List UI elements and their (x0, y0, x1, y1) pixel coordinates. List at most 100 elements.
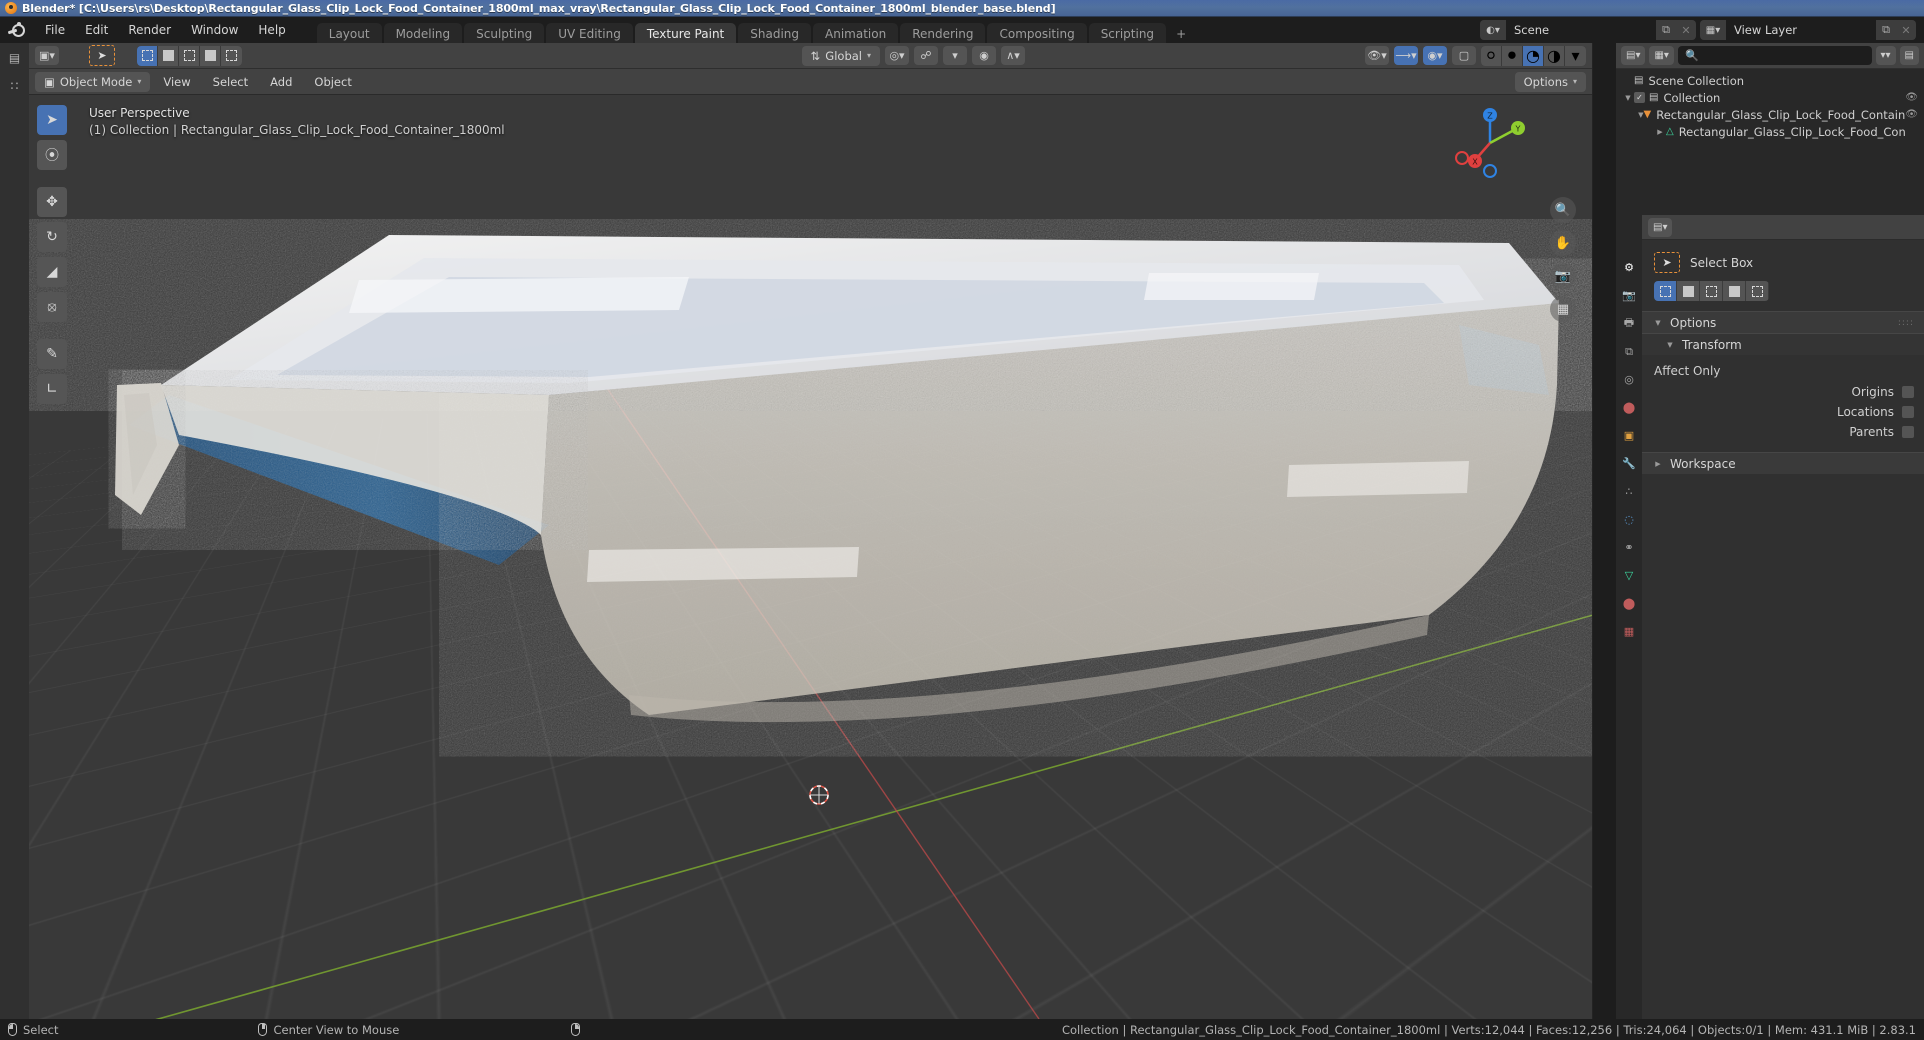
outliner-row-collection[interactable]: ▼ ✓ ▤ Collection 👁 (1616, 89, 1924, 106)
search-input[interactable]: 🔍 (1677, 46, 1872, 65)
blender-logo-icon[interactable] (7, 19, 30, 41)
physics-tab[interactable]: ◌ (1621, 511, 1638, 528)
shading-rendered-icon[interactable]: ◑ (1544, 45, 1565, 66)
panel-options[interactable]: ▼ Options :::: (1642, 311, 1924, 333)
rotate-tool[interactable]: ↻ (37, 222, 67, 252)
viewport-menu-object[interactable]: Object (305, 72, 360, 92)
cursor-tool-icon[interactable]: ➤ (89, 45, 115, 66)
gizmo-icon[interactable]: ⟶▾ (1394, 46, 1418, 65)
select-mode-intersect[interactable] (221, 45, 242, 66)
modifier-tab[interactable]: 🔧 (1621, 455, 1638, 472)
outliner-display-mode-icon[interactable]: ▦▾ (1649, 46, 1674, 65)
locations-checkbox[interactable] (1902, 406, 1914, 418)
view-layer-selector[interactable]: ▦▾ View Layer ⧉ ✕ (1700, 20, 1916, 40)
toggle-ortho-icon[interactable]: ▦ (1550, 296, 1576, 322)
viewport-menu-add[interactable]: Add (261, 72, 301, 92)
view-layer-name[interactable]: View Layer (1726, 20, 1876, 40)
output-tab[interactable]: 🖶 (1621, 315, 1638, 332)
world-tab[interactable]: ⬤ (1621, 399, 1638, 416)
menu-render[interactable]: Render (119, 20, 180, 40)
shading-wireframe-icon[interactable]: ⚪ (1481, 45, 1502, 66)
scale-tool[interactable]: ◢ (37, 257, 67, 287)
select-mode-extend[interactable] (158, 45, 179, 66)
move-tool[interactable]: ✥ (37, 187, 67, 217)
shading-material-preview-icon[interactable]: ◔ (1523, 45, 1544, 66)
parents-checkbox[interactable] (1902, 426, 1914, 438)
editor-type-3dview-icon[interactable]: ▣▾ (35, 46, 59, 65)
select-mode-set[interactable] (137, 45, 158, 66)
data-tab[interactable]: ▽ (1621, 567, 1638, 584)
view-layer-tab[interactable]: ⧉ (1621, 343, 1638, 360)
tool-tab[interactable]: ⚙ (1621, 259, 1638, 276)
navigation-gizmo[interactable]: Z Y X (1450, 103, 1530, 183)
properties-editor-type-icon[interactable]: ▤▾ (1648, 217, 1673, 237)
grid-dots-icon[interactable]: ∷ (6, 77, 24, 95)
render-tab[interactable]: 📷 (1621, 287, 1638, 304)
expand-triangle-icon[interactable]: ▶ (1654, 128, 1666, 136)
viewport-options-dropdown[interactable]: Options ▾ (1514, 71, 1586, 92)
constraints-tab[interactable]: ⚭ (1621, 539, 1638, 556)
filter-funnel-icon[interactable]: ▾▾ (1875, 46, 1896, 65)
menu-edit[interactable]: Edit (76, 20, 117, 40)
magnet-icon[interactable]: ☍ (914, 46, 938, 65)
visibility-eye-icon[interactable]: 👁▾ (1365, 46, 1389, 65)
overlays-icon[interactable]: ◉▾ (1423, 46, 1447, 65)
texture-tab[interactable]: ▦ (1621, 623, 1638, 640)
extend-mode-icon[interactable] (1677, 281, 1700, 301)
xray-icon[interactable]: ▢ (1452, 46, 1476, 65)
measure-tool[interactable]: ∟ (37, 374, 67, 404)
shading-options-chevron-icon[interactable]: ▾ (1565, 45, 1586, 66)
viewport-menu-view[interactable]: View (154, 72, 199, 92)
zoom-icon[interactable]: 🔍 (1550, 197, 1576, 223)
collection-checkbox[interactable]: ✓ (1634, 92, 1645, 103)
snap-settings-icon[interactable]: ▾ (943, 46, 967, 65)
transform-tool[interactable]: ⦻ (37, 292, 67, 322)
new-collection-icon[interactable]: ▤ (1899, 46, 1919, 65)
panel-transform[interactable]: ▼ Transform (1642, 333, 1924, 355)
origins-checkbox[interactable] (1902, 386, 1914, 398)
set-mode-icon[interactable] (1654, 281, 1677, 301)
panel-workspace[interactable]: ▶ Workspace (1642, 452, 1924, 474)
visibility-eye-icon[interactable]: 👁 (1905, 92, 1918, 103)
annotate-tool[interactable]: ✎ (37, 339, 67, 369)
object-mode-dropdown[interactable]: ▣ Object Mode ▾ (35, 71, 151, 92)
visibility-eye-icon[interactable]: 👁 (1905, 109, 1918, 120)
tweak-tool[interactable]: ➤ (37, 105, 67, 135)
pan-hand-icon[interactable]: ✋ (1550, 230, 1576, 256)
new-view-layer-icon[interactable]: ⧉ (1876, 20, 1896, 40)
outliner-editor-type-icon[interactable]: ▤▾ (1621, 46, 1646, 65)
intersect-mode-icon[interactable] (1746, 281, 1769, 301)
object-tab[interactable]: ▣ (1621, 427, 1638, 444)
pivot-point-icon[interactable]: ◎▾ (885, 46, 909, 65)
scene-name[interactable]: Scene (1506, 20, 1656, 40)
outliner-row-mesh-data[interactable]: ▶ △ Rectangular_Glass_Clip_Lock_Food_Con (1616, 123, 1924, 140)
transform-orientation-dropdown[interactable]: ⇅ Global ▾ (801, 45, 880, 66)
scene-selector[interactable]: ◐▾ Scene ⧉ ✕ (1480, 20, 1696, 40)
menu-help[interactable]: Help (249, 20, 294, 40)
shading-solid-icon[interactable]: ⚫ (1502, 45, 1523, 66)
editor-type-icon[interactable]: ▤ (6, 49, 24, 67)
food-container-3d-model[interactable] (29, 95, 1592, 1019)
select-mode-invert[interactable] (200, 45, 221, 66)
falloff-icon[interactable]: ∧▾ (1001, 46, 1025, 65)
menu-file[interactable]: File (36, 20, 74, 40)
camera-view-icon[interactable]: 📷 (1550, 263, 1576, 289)
select-mode-subtract[interactable] (179, 45, 200, 66)
expand-triangle-icon[interactable]: ▼ (1622, 94, 1634, 102)
scene-tab[interactable]: ◎ (1621, 371, 1638, 388)
subtract-mode-icon[interactable] (1700, 281, 1723, 301)
viewport-menu-select[interactable]: Select (204, 72, 257, 92)
drag-dots-icon[interactable]: :::: (1898, 318, 1914, 328)
menu-window[interactable]: Window (182, 20, 247, 40)
invert-mode-icon[interactable] (1723, 281, 1746, 301)
particles-tab[interactable]: ∴ (1621, 483, 1638, 500)
remove-scene-icon[interactable]: ✕ (1676, 20, 1696, 40)
select-box-icon[interactable]: ➤ (1654, 252, 1680, 273)
outliner-row-scene-collection[interactable]: ▤ Scene Collection (1616, 72, 1924, 89)
cursor-tool[interactable]: ⦿ (37, 140, 67, 170)
viewport-canvas[interactable]: User Perspective (1) Collection | Rectan… (29, 95, 1592, 1019)
new-scene-icon[interactable]: ⧉ (1656, 20, 1676, 40)
material-tab[interactable]: ⬤ (1621, 595, 1638, 612)
proportional-edit-icon[interactable]: ◉ (972, 46, 996, 65)
remove-view-layer-icon[interactable]: ✕ (1896, 20, 1916, 40)
